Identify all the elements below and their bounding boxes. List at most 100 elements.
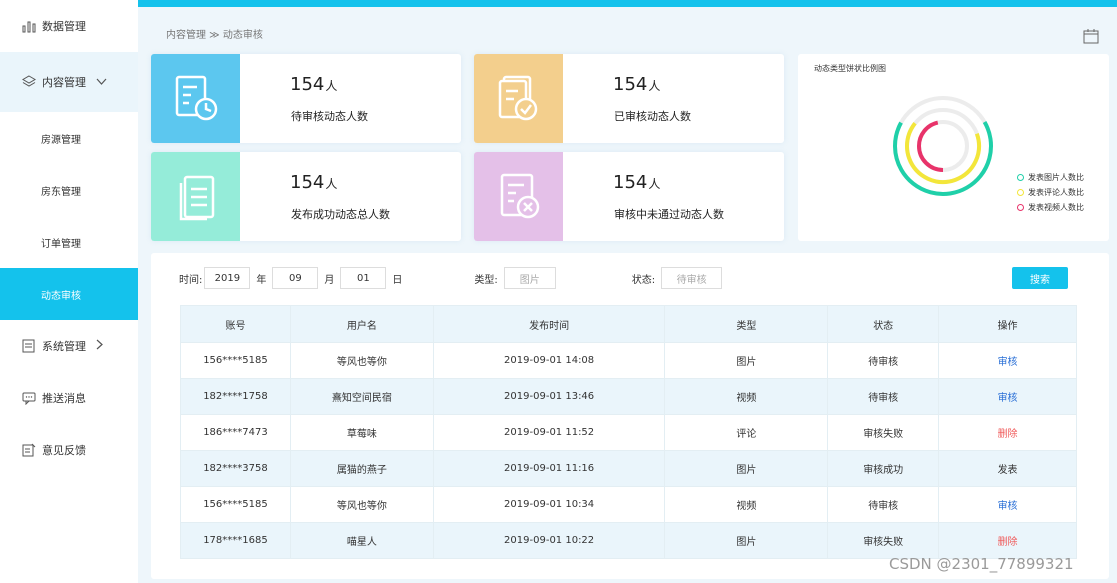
cell-status: 待审核 bbox=[827, 378, 940, 415]
list-icon bbox=[22, 339, 36, 353]
review-link[interactable]: 审核 bbox=[938, 342, 1077, 379]
sidebar-item-data-management[interactable]: 数据管理 bbox=[0, 0, 138, 52]
sidebar-item-label: 推送消息 bbox=[42, 392, 86, 405]
stat-card-reviewed: 154人 已审核动态人数 bbox=[474, 54, 784, 143]
cell-username: 属猫的燕子 bbox=[289, 450, 434, 487]
cell-time: 2019-09-01 14:08 bbox=[432, 342, 666, 379]
col-header-time: 发布时间 bbox=[432, 305, 666, 343]
cell-username: 草莓味 bbox=[289, 414, 434, 451]
cell-account: 156****5185 bbox=[180, 486, 291, 523]
review-link[interactable]: 审核 bbox=[938, 378, 1077, 415]
day-unit: 日 bbox=[392, 274, 403, 286]
sidebar-item-label: 内容管理 bbox=[42, 76, 86, 89]
month-input[interactable]: 09 bbox=[272, 267, 319, 289]
year-unit: 年 bbox=[256, 274, 267, 286]
sidebar-item-label: 意见反馈 bbox=[42, 444, 86, 457]
sidebar-item-label: 房东管理 bbox=[41, 186, 81, 198]
calendar-icon[interactable] bbox=[1083, 28, 1099, 44]
review-table: 账号 用户名 发布时间 类型 状态 操作 156****5185 等风也等你 2… bbox=[180, 305, 1077, 559]
cell-time: 2019-09-01 11:16 bbox=[432, 450, 666, 487]
cell-time: 2019-09-01 10:22 bbox=[432, 522, 666, 559]
stat-label: 审核中未通过动态人数 bbox=[614, 208, 724, 221]
review-link[interactable]: 审核 bbox=[938, 486, 1077, 523]
table-row: 156****5185 等风也等你 2019-09-01 14:08 图片 待审… bbox=[180, 342, 1077, 379]
sidebar-item-orders[interactable]: 订单管理 bbox=[0, 216, 138, 268]
delete-link[interactable]: 删除 bbox=[938, 522, 1077, 559]
stat-value: 154人 bbox=[290, 172, 338, 193]
chevron-down-icon bbox=[96, 76, 107, 89]
sidebar-item-system-management[interactable]: 系统管理 bbox=[0, 320, 138, 372]
cell-type: 视频 bbox=[664, 486, 829, 523]
delete-link[interactable]: 删除 bbox=[938, 414, 1077, 451]
type-select[interactable]: 图片 bbox=[503, 267, 556, 289]
chevron-right-icon bbox=[96, 339, 104, 353]
edit-icon bbox=[22, 443, 36, 457]
cell-status: 审核失败 bbox=[827, 414, 940, 451]
cell-type: 图片 bbox=[664, 342, 829, 379]
stat-card-pending: 154人 待审核动态人数 bbox=[151, 54, 461, 143]
legend-item: 发表评论人数比 bbox=[1017, 185, 1084, 200]
cell-time: 2019-09-01 10:34 bbox=[432, 486, 666, 523]
stat-label: 待审核动态人数 bbox=[291, 110, 368, 123]
col-header-status: 状态 bbox=[827, 305, 940, 343]
sidebar-item-push-messages[interactable]: 推送消息 bbox=[0, 372, 138, 424]
sidebar: 数据管理 内容管理 房源管理 房东管理 订单管理 动态审核 系统管理 推送消息 … bbox=[0, 0, 138, 583]
sidebar-item-feedback[interactable]: 意见反馈 bbox=[0, 424, 138, 476]
status-select[interactable]: 待审核 bbox=[661, 267, 723, 289]
watermark: CSDN @2301_77899321 bbox=[889, 555, 1074, 573]
sidebar-item-post-review[interactable]: 动态审核 bbox=[0, 268, 138, 320]
cell-status: 待审核 bbox=[827, 486, 940, 523]
cell-account: 182****1758 bbox=[180, 378, 291, 415]
document-check-icon bbox=[474, 54, 563, 143]
legend-item: 发表视频人数比 bbox=[1017, 200, 1084, 215]
cell-account: 182****3758 bbox=[180, 450, 291, 487]
publish-link[interactable]: 发表 bbox=[938, 450, 1077, 487]
ring-series-comment bbox=[905, 108, 981, 184]
cell-time: 2019-09-01 11:52 bbox=[432, 414, 666, 451]
cell-status: 待审核 bbox=[827, 342, 940, 379]
sidebar-item-landlords[interactable]: 房东管理 bbox=[0, 164, 138, 216]
stat-card-rejected: 154人 审核中未通过动态人数 bbox=[474, 152, 784, 241]
stat-label: 发布成功动态总人数 bbox=[291, 208, 390, 221]
documents-icon bbox=[151, 152, 240, 241]
cell-account: 178****1685 bbox=[180, 522, 291, 559]
col-header-type: 类型 bbox=[664, 305, 829, 343]
stat-value: 154人 bbox=[613, 172, 661, 193]
status-label: 状态: bbox=[631, 274, 656, 286]
cell-type: 视频 bbox=[664, 378, 829, 415]
cell-account: 156****5185 bbox=[180, 342, 291, 379]
cell-username: 等风也等你 bbox=[289, 486, 434, 523]
review-table-panel: 时间: 2019 年 09 月 01 日 类型: 图片 状态: 待审核 搜索 账… bbox=[151, 253, 1109, 579]
sidebar-item-label: 房源管理 bbox=[41, 134, 81, 146]
top-accent-bar bbox=[138, 0, 1117, 7]
sidebar-item-content-management[interactable]: 内容管理 bbox=[0, 52, 138, 112]
breadcrumb: 内容管理 ≫ 动态审核 bbox=[166, 30, 263, 41]
stat-value: 154人 bbox=[290, 74, 338, 95]
month-unit: 月 bbox=[324, 274, 335, 286]
table-row: 186****7473 草莓味 2019-09-01 11:52 评论 审核失败… bbox=[180, 414, 1077, 451]
chart-legend: 发表图片人数比 发表评论人数比 发表视频人数比 bbox=[1017, 170, 1084, 215]
sidebar-item-listings[interactable]: 房源管理 bbox=[0, 112, 138, 164]
document-x-icon bbox=[474, 152, 563, 241]
type-label: 类型: bbox=[474, 274, 498, 286]
cell-status: 审核成功 bbox=[827, 450, 940, 487]
sidebar-item-label: 订单管理 bbox=[41, 238, 81, 250]
col-header-account: 账号 bbox=[180, 305, 291, 343]
cell-account: 186****7473 bbox=[180, 414, 291, 451]
time-label: 时间: bbox=[179, 274, 203, 286]
type-ratio-chart-card: 动态类型饼状比例图 发表图片人数比 发表评论人数比 发表视频人数比 bbox=[798, 54, 1109, 241]
filter-bar: 时间: 2019 年 09 月 01 日 类型: 图片 状态: 待审核 bbox=[179, 267, 723, 289]
col-header-action: 操作 bbox=[938, 305, 1077, 343]
chart-title: 动态类型饼状比例图 bbox=[814, 64, 886, 73]
cell-username: 喵星人 bbox=[289, 522, 434, 559]
year-input[interactable]: 2019 bbox=[204, 267, 251, 289]
table-row: 156****5185 等风也等你 2019-09-01 10:34 视频 待审… bbox=[180, 486, 1077, 523]
cell-username: 等风也等你 bbox=[289, 342, 434, 379]
table-row: 178****1685 喵星人 2019-09-01 10:22 图片 审核失败… bbox=[180, 522, 1077, 559]
cell-username: 熹知空间民宿 bbox=[289, 378, 434, 415]
table-row: 182****3758 属猫的燕子 2019-09-01 11:16 图片 审核… bbox=[180, 450, 1077, 487]
day-input[interactable]: 01 bbox=[340, 267, 387, 289]
search-button[interactable]: 搜索 bbox=[1012, 267, 1068, 289]
document-clock-icon bbox=[151, 54, 240, 143]
stat-card-published: 154人 发布成功动态总人数 bbox=[151, 152, 461, 241]
